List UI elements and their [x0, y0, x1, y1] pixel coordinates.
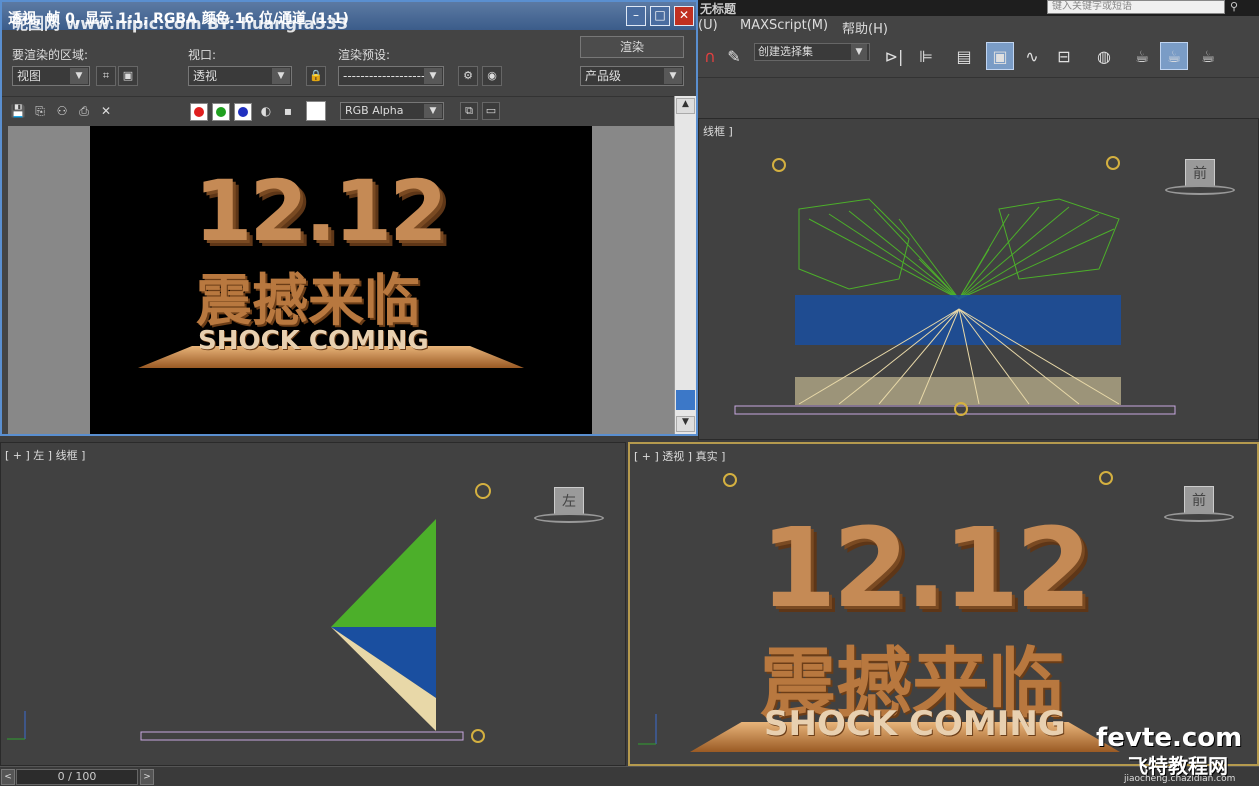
render-chinese-title: 震撼来临	[196, 269, 420, 334]
chevron-down-icon: ▼	[664, 68, 682, 84]
viewport-perspective[interactable]: [ + ] 透视 ] 真实 ] 前 12.12 震撼来临 SHOCK COMIN…	[628, 442, 1259, 766]
clear-icon[interactable]: ✕	[98, 103, 114, 119]
chevron-down-icon: ▼	[424, 68, 442, 84]
preset-label: 渲染预设:	[338, 48, 391, 62]
chevron-down-icon: ▼	[272, 68, 290, 84]
preset-value: -------------------	[343, 69, 426, 83]
watermark-top: 昵图网 www.nipic.com BY: huangfa533	[12, 14, 349, 33]
display-window-icon[interactable]: ▭	[482, 102, 500, 120]
environment-icon[interactable]: ◉	[482, 66, 502, 86]
viewport-front[interactable]: 线框 ] 前	[698, 118, 1259, 440]
viewport-dropdown[interactable]: 透视 ▼	[188, 66, 292, 86]
left-wireframe	[7, 483, 491, 743]
scene-number: 12.12	[760, 504, 1092, 632]
mono-icon[interactable]: ▪	[280, 103, 296, 119]
render-area: 12.12 震撼来临 SHOCK COMING	[8, 126, 674, 434]
selection-set-dropdown[interactable]: 创建选择集 ▼	[754, 43, 870, 61]
mirror-icon[interactable]: ⊳|	[880, 42, 908, 70]
spellcheck-icon[interactable]: ✎	[720, 42, 748, 70]
scene-english-title: SHOCK COMING	[764, 704, 1066, 744]
auto-region-icon[interactable]: ▣	[118, 66, 138, 86]
edit-region-icon[interactable]: ⌗	[96, 66, 116, 86]
app-title: 无标题	[700, 2, 737, 16]
area-value: 视图	[17, 69, 42, 83]
menu-item-u[interactable]: (U)	[698, 18, 718, 33]
dialog-titlebar[interactable]: 透视, 帧 0, 显示 1:1, RGBA 颜色 16 位/通道 (1:1) 昵…	[2, 2, 696, 33]
binoculars-icon[interactable]: ⚲	[1230, 0, 1244, 14]
area-label: 要渲染的区域:	[12, 48, 89, 62]
scroll-thumb[interactable]	[676, 390, 695, 410]
copy-icon[interactable]: ⎘	[32, 103, 48, 119]
menu-item-help[interactable]: 帮助(H)	[842, 18, 888, 37]
quality-value: 产品级	[585, 69, 622, 83]
render-setup-icon[interactable]: ⚙	[458, 66, 478, 86]
blue-channel-button[interactable]	[234, 103, 252, 121]
watermark-logo: fevte.com	[1096, 723, 1243, 753]
viewport-left[interactable]: [ + ] 左 ] 线框 ] 左	[0, 442, 626, 766]
timeline: < 0 / 100 >	[0, 766, 1259, 786]
search-input[interactable]: 键入关键字或短语	[1047, 0, 1225, 14]
layer-icon[interactable]: ▤	[950, 42, 978, 70]
toggle-ui-icon[interactable]: ⧉	[460, 102, 478, 120]
frame-toolbar: 💾 ⎘ ⚇ ⎙ ✕ ◐ ▪ RGB Alpha ▼ ⧉ ▭	[2, 96, 696, 124]
schematic-icon[interactable]: ⊟	[1050, 42, 1078, 70]
print-icon[interactable]: ⎙	[76, 103, 92, 119]
green-channel-button[interactable]	[212, 103, 230, 121]
timeline-next-button[interactable]: >	[140, 769, 154, 785]
front-wireframe	[734, 156, 1176, 416]
save-icon[interactable]: 💾	[10, 103, 26, 119]
viewport-label-text: 视口:	[188, 48, 217, 62]
chevron-down-icon: ▼	[70, 68, 88, 84]
channel-value: RGB Alpha	[345, 104, 404, 117]
color-swatch[interactable]	[306, 101, 326, 121]
close-button[interactable]: ✕	[674, 6, 694, 26]
time-slider[interactable]: 0 / 100	[16, 769, 138, 785]
render-number: 12.12	[194, 162, 448, 260]
selection-set-value: 创建选择集	[758, 45, 813, 58]
render-icon[interactable]: ☕	[1194, 42, 1222, 70]
align-icon[interactable]: ⊫	[912, 42, 940, 70]
maximize-button[interactable]: □	[650, 6, 670, 26]
vertical-scrollbar[interactable]: ▲ ▼	[674, 96, 696, 434]
rendered-frame-window[interactable]: 透视, 帧 0, 显示 1:1, RGBA 颜色 16 位/通道 (1:1) 昵…	[0, 0, 698, 436]
preset-dropdown[interactable]: ------------------- ▼	[338, 66, 444, 86]
render-setup-icon[interactable]: ☕	[1128, 42, 1156, 70]
app-window: 无标题 键入关键字或短语 ⚲ (U) MAXScript(M) 帮助(H) ∩ …	[0, 0, 1259, 786]
area-dropdown[interactable]: 视图 ▼	[12, 66, 90, 86]
watermark-url: jiaocheng.chazidian.com	[1124, 774, 1236, 784]
alpha-icon[interactable]: ◐	[258, 103, 274, 119]
scroll-down-arrow[interactable]: ▼	[676, 416, 695, 432]
quality-dropdown[interactable]: 产品级 ▼	[580, 66, 684, 86]
timeline-prev-button[interactable]: <	[1, 769, 15, 785]
rendered-image: 12.12 震撼来临 SHOCK COMING	[90, 126, 592, 434]
scene-explorer-icon[interactable]: ▣	[986, 42, 1014, 70]
menu-item-maxscript[interactable]: MAXScript(M)	[740, 18, 828, 33]
chevron-down-icon: ▼	[851, 44, 867, 60]
render-frame-icon[interactable]: ☕	[1160, 42, 1188, 70]
lock-icon[interactable]: 🔒	[306, 66, 326, 86]
clone-icon[interactable]: ⚇	[54, 103, 70, 119]
channel-dropdown[interactable]: RGB Alpha ▼	[340, 102, 444, 120]
red-channel-button[interactable]	[190, 103, 208, 121]
curve-editor-icon[interactable]: ∿	[1018, 42, 1046, 70]
scroll-up-arrow[interactable]: ▲	[676, 98, 695, 114]
material-editor-icon[interactable]: ◍	[1090, 42, 1118, 70]
render-button[interactable]: 渲染	[580, 36, 684, 58]
viewport-value: 透视	[193, 69, 218, 83]
minimize-button[interactable]: –	[626, 6, 646, 26]
render-english-title: SHOCK COMING	[198, 326, 429, 356]
chevron-down-icon: ▼	[424, 104, 442, 118]
